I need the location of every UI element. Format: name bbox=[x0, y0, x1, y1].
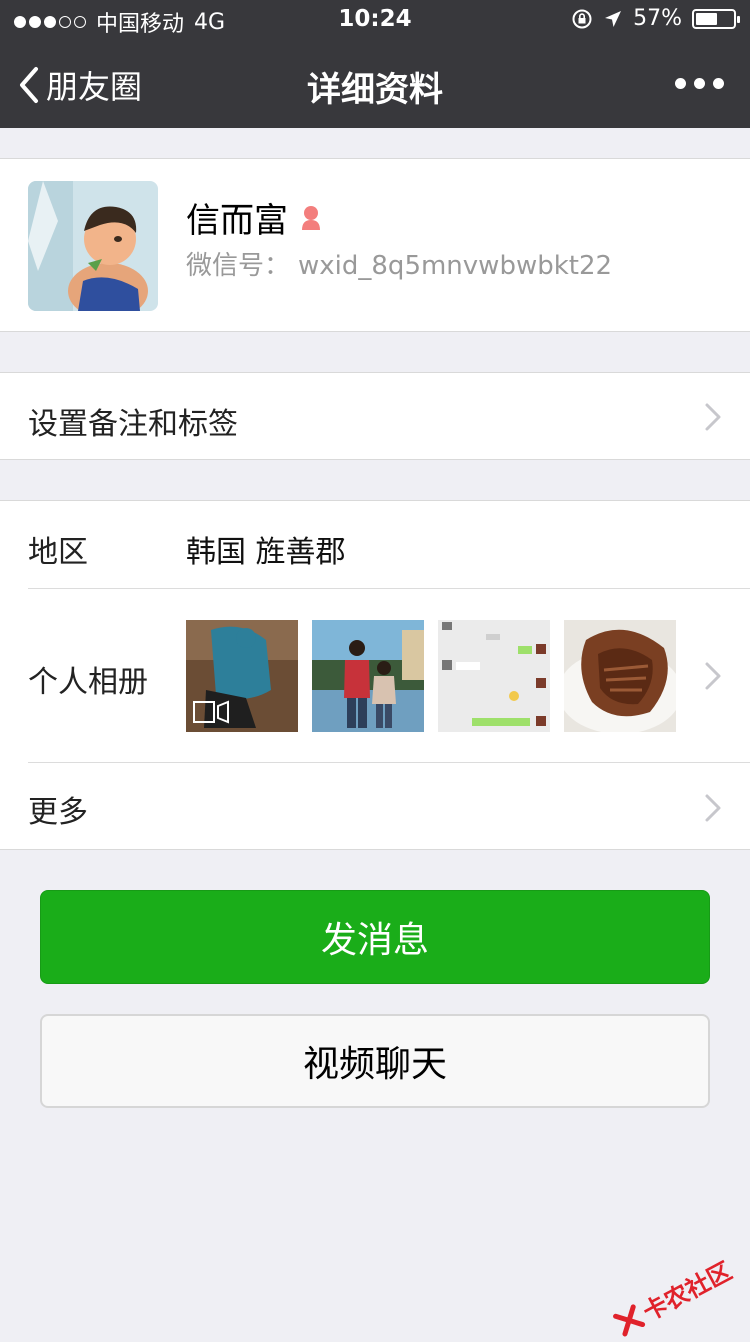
header: 中国移动 4G 10:24 57% 朋友圈 详细资料 bbox=[0, 0, 750, 128]
video-chat-button[interactable]: 视频聊天 bbox=[40, 1014, 710, 1108]
send-message-button[interactable]: 发消息 bbox=[40, 890, 710, 984]
divider bbox=[28, 762, 750, 763]
album-thumbnails bbox=[186, 620, 676, 732]
more-dot-icon bbox=[713, 78, 724, 89]
region-value: 韩国 旌善郡 bbox=[186, 535, 346, 570]
profile-card[interactable]: 信而富 微信号： wxid_8q5mnvwbwbkt22 bbox=[0, 158, 750, 332]
album-thumb-food[interactable] bbox=[564, 620, 676, 732]
album-thumb-chat-screenshot[interactable] bbox=[438, 620, 550, 732]
battery-level-fill bbox=[696, 12, 717, 25]
wechat-id: 微信号： wxid_8q5mnvwbwbkt22 bbox=[186, 245, 612, 282]
battery-icon bbox=[692, 8, 740, 29]
name-row: 信而富 bbox=[186, 193, 326, 242]
status-right: 57% bbox=[571, 6, 740, 31]
remark-tags-row[interactable]: 设置备注和标签 bbox=[0, 372, 750, 460]
battery-percent: 57% bbox=[633, 6, 682, 31]
nav-bar: 朋友圈 详细资料 bbox=[0, 40, 750, 128]
info-section: 地区 韩国 旌善郡 个人相册 更多 bbox=[0, 500, 750, 850]
more-options-button[interactable] bbox=[675, 78, 724, 89]
female-gender-icon bbox=[302, 205, 320, 230]
wechat-id-label: 微信号： bbox=[186, 251, 291, 281]
more-label: 更多 bbox=[28, 795, 88, 830]
page-title: 详细资料 bbox=[307, 70, 443, 110]
more-dot-icon bbox=[675, 78, 686, 89]
status-bar: 中国移动 4G 10:24 57% bbox=[0, 0, 750, 40]
watermark: 卡农社区 bbox=[609, 1251, 737, 1341]
region-label: 地区 bbox=[28, 535, 88, 570]
avatar[interactable] bbox=[28, 181, 158, 311]
divider bbox=[28, 588, 750, 589]
location-arrow-icon bbox=[605, 10, 622, 27]
chevron-right-icon bbox=[705, 794, 721, 822]
more-dot-icon bbox=[694, 78, 705, 89]
watermark-text: 卡农社区 bbox=[638, 1256, 737, 1327]
album-label: 个人相册 bbox=[28, 665, 148, 700]
profile-name: 信而富 bbox=[186, 201, 288, 241]
album-thumb-couple[interactable] bbox=[312, 620, 424, 732]
remark-tags-label: 设置备注和标签 bbox=[28, 407, 238, 442]
chevron-right-icon bbox=[705, 662, 721, 690]
chevron-right-icon bbox=[705, 403, 721, 431]
wechat-id-value: wxid_8q5mnvwbwbkt22 bbox=[298, 251, 613, 281]
album-thumb-video[interactable] bbox=[186, 620, 298, 732]
rotation-lock-icon bbox=[572, 9, 592, 28]
